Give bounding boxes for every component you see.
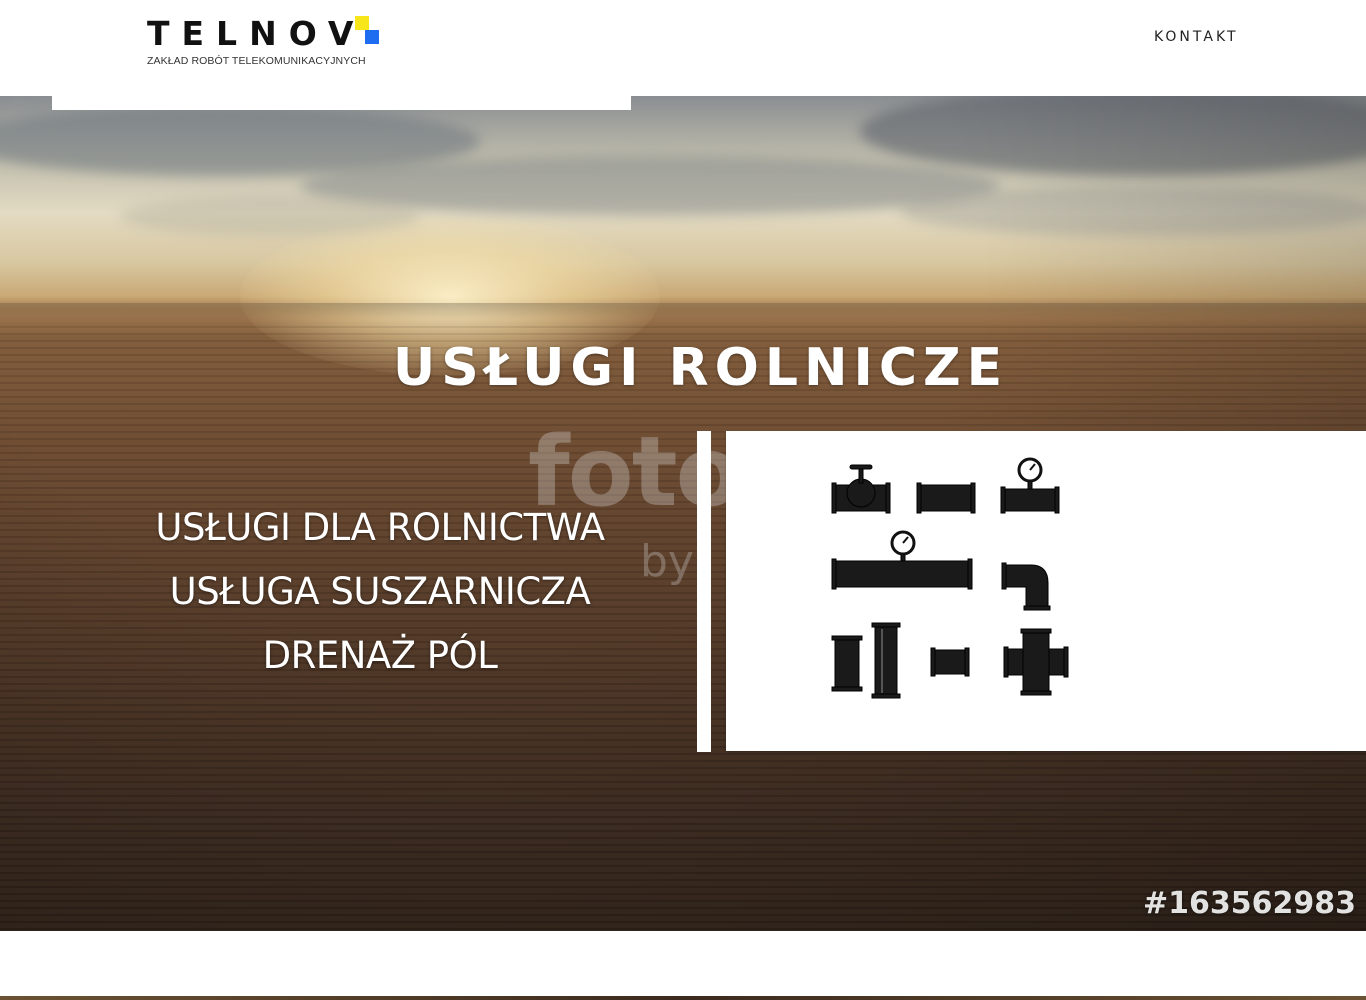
pipe-reducer-icon [930,647,970,677]
pipe-gauge-icon [1000,457,1060,514]
hero-section: foto by USŁUGI ROLNICZE USŁUGI DLA ROLNI… [0,96,1366,931]
pipe-fittings-panel [726,431,1366,751]
pipe-vertical-short-icon [831,635,863,692]
logo-text: TELNOV [147,14,366,53]
site-header: TELNOV ZAKŁAD ROBÓT TELEKOMUNIKACYJNYCH … [0,0,1366,96]
pipe-elbow-icon [1001,562,1051,611]
header-tab-extension [52,96,631,110]
page-title: USŁUGI ROLNICZE [393,338,1009,398]
service-item: USŁUGI DLA ROLNICTWA [155,506,605,549]
services-list: USŁUGI DLA ROLNICTWA USŁUGA SUSZARNICZA … [110,496,650,688]
divider-bar [697,431,711,752]
pipe-long-gauge-icon [831,530,973,590]
logo[interactable]: TELNOV ZAKŁAD ROBÓT TELEKOMUNIKACYJNYCH [147,14,385,67]
logo-wordmark: TELNOV [147,14,385,54]
pipe-coupling-icon [916,482,976,514]
pipe-valve-icon [831,464,891,514]
footer-band [0,931,1366,1000]
pipe-vertical-tall-icon [871,622,901,699]
stock-image-id: #163562983 [1142,886,1356,921]
logo-subtitle: ZAKŁAD ROBÓT TELEKOMUNIKACYJNYCH [147,55,366,67]
service-item: DRENAŻ PÓL [262,634,498,677]
service-item: USŁUGA SUSZARNICZA [169,570,591,613]
pipe-fittings-illustration [831,457,1069,699]
logo-squares-icon [355,14,385,46]
footer-edge [0,996,1366,1000]
nav-link-contact[interactable]: KONTAKT [1154,29,1239,45]
pipe-cross-icon [1003,628,1069,696]
